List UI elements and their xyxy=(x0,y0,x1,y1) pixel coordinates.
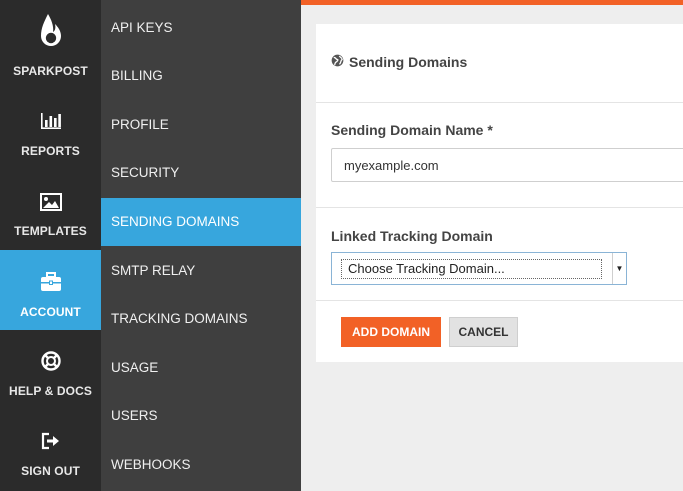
rail-item-reports[interactable]: REPORTS xyxy=(0,100,101,180)
tracking-domain-label: Linked Tracking Domain xyxy=(331,228,493,244)
submenu-item-security[interactable]: SECURITY xyxy=(101,149,301,197)
sending-domain-panel: Sending Domains Sending Domain Name * Li… xyxy=(316,24,683,362)
globe-icon xyxy=(331,54,344,70)
rail-item-account[interactable]: ACCOUNT xyxy=(0,250,101,330)
bar-chart-icon xyxy=(0,112,101,130)
submenu-item-profile[interactable]: PROFILE xyxy=(101,101,301,149)
chevron-down-icon: ▼ xyxy=(612,253,626,284)
life-ring-icon xyxy=(0,351,101,371)
domain-name-section: Sending Domain Name * xyxy=(316,103,683,208)
rail-label-account: ACCOUNT xyxy=(20,305,81,319)
submenu-item-billing[interactable]: BILLING xyxy=(101,52,301,100)
rail-item-templates[interactable]: TEMPLATES xyxy=(0,180,101,260)
brand-label: SPARKPOST xyxy=(13,64,88,78)
flame-icon xyxy=(0,13,101,51)
tracking-domain-select[interactable]: Choose Tracking Domain... ▼ xyxy=(331,252,627,285)
submenu-item-api-keys[interactable]: API KEYS xyxy=(101,4,301,52)
domain-name-input[interactable] xyxy=(331,148,683,182)
panel-header: Sending Domains xyxy=(316,24,683,103)
add-domain-button[interactable]: ADD DOMAIN xyxy=(341,317,441,347)
submenu-item-webhooks[interactable]: WEBHOOKS xyxy=(101,441,301,489)
primary-nav: SPARKPOST REPORTS TEMPLATES ACCOUNT HELP… xyxy=(0,0,101,491)
submenu-item-sending-domains[interactable]: SENDING DOMAINS xyxy=(101,198,301,246)
submenu-item-smtp-relay[interactable]: SMTP RELAY xyxy=(101,247,301,295)
domain-name-label: Sending Domain Name * xyxy=(331,122,493,138)
tracking-domain-section: Linked Tracking Domain Choose Tracking D… xyxy=(316,208,683,301)
rail-item-help[interactable]: HELP & DOCS xyxy=(0,330,101,410)
page-title: Sending Domains xyxy=(331,54,467,70)
briefcase-icon xyxy=(0,272,101,292)
image-icon xyxy=(0,193,101,211)
page-title-text: Sending Domains xyxy=(349,54,468,70)
sign-out-icon xyxy=(0,432,101,450)
rail-label-templates: TEMPLATES xyxy=(14,224,87,238)
submenu-item-usage[interactable]: USAGE xyxy=(101,344,301,392)
tracking-domain-selected: Choose Tracking Domain... xyxy=(341,259,602,279)
rail-label-reports: REPORTS xyxy=(21,144,80,158)
submenu-item-users[interactable]: USERS xyxy=(101,392,301,440)
account-submenu: API KEYS BILLING PROFILE SECURITY SENDIN… xyxy=(101,0,301,491)
rail-label-sign-out: SIGN OUT xyxy=(21,464,80,478)
rail-item-sign-out[interactable]: SIGN OUT xyxy=(0,411,101,491)
submenu-item-tracking-domains[interactable]: TRACKING DOMAINS xyxy=(101,295,301,343)
rail-label-help: HELP & DOCS xyxy=(9,384,92,398)
cancel-button[interactable]: CANCEL xyxy=(449,317,518,347)
logo[interactable]: SPARKPOST xyxy=(0,0,101,80)
